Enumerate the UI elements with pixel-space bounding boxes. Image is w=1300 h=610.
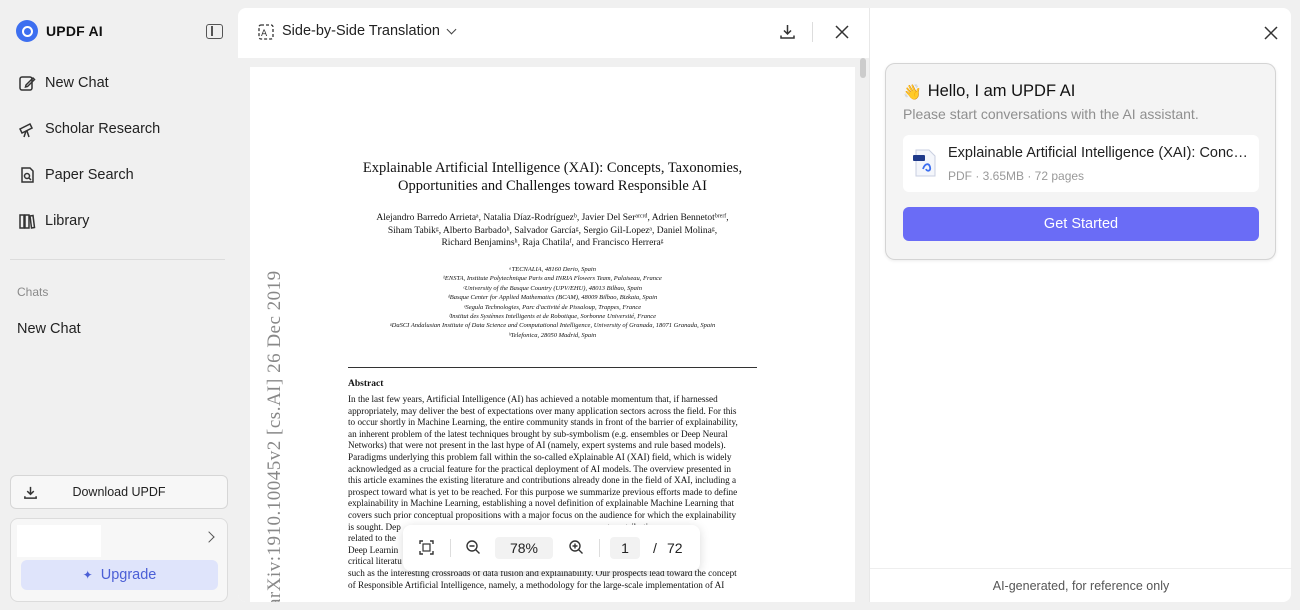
nav-label: Paper Search [45, 167, 134, 183]
library-icon [19, 214, 36, 229]
affiliation-line: ᵍDaSCI Andalusian Institute of Data Scie… [389, 322, 716, 330]
translation-mode-dropdown[interactable]: Side-by-Side Translation [282, 23, 440, 39]
scrollbar[interactable] [860, 58, 866, 78]
abstract-line: of Responsible Artificial Intelligence, … [348, 579, 725, 590]
sidebar: UPDF AI New Chat Scholar Research Paper … [0, 0, 238, 610]
close-icon[interactable] [1264, 26, 1278, 40]
brand: UPDF AI [16, 20, 103, 42]
abstract-line: explainability in Machine Learning, esta… [348, 498, 735, 509]
chevron-right-icon[interactable] [203, 531, 215, 543]
affiliation-line: ʰTelefonica, 28050 Madrid, Spain [508, 331, 597, 339]
nav-new-chat[interactable]: New Chat [18, 74, 109, 92]
page-number-input[interactable]: 1 [610, 537, 640, 559]
svg-text:A: A [261, 29, 268, 39]
abstract-line: covers such prior conceptual proposition… [348, 509, 737, 520]
abstract-line: an inherent problem of the latest techni… [348, 428, 728, 439]
download-icon [24, 486, 37, 499]
telescope-icon [18, 122, 34, 138]
abstract-line: prospect toward what is yet to be reache… [348, 486, 738, 497]
paper-rule [348, 367, 757, 368]
affiliation-line: ᵃTECNALIA, 48160 Derio, Spain [509, 266, 596, 273]
fit-page-icon[interactable] [419, 540, 434, 555]
ai-assistant-panel: 👋 Hello, I am UPDF AI Please start conve… [869, 8, 1292, 602]
brand-name: UPDF AI [46, 23, 103, 39]
paper-search-icon [21, 167, 34, 183]
abstract-heading: Abstract [348, 379, 384, 389]
arxiv-stamp: arXiv:1910.10045v2 [cs.AI] 26 Dec 2019 [264, 270, 285, 602]
nav-label: New Chat [45, 75, 109, 91]
abstract-line: In the last few years, Artificial Intell… [348, 394, 718, 404]
ai-welcome-card: 👋 Hello, I am UPDF AI Please start conve… [885, 63, 1276, 260]
affiliation-line: ᵈBasque Center for Applied Mathematics (… [447, 294, 658, 302]
zoom-level[interactable]: 78% [495, 537, 553, 559]
zoom-in-icon[interactable] [568, 539, 584, 555]
pdf-page: Explainable Artificial Intelligence (XAI… [250, 67, 855, 602]
pdf-viewer[interactable]: Explainable Artificial Intelligence (XAI… [238, 58, 869, 602]
download-label: Download UPDF [72, 485, 166, 499]
assistant-subtitle: Please start conversations with the AI a… [903, 106, 1199, 122]
nav-label: Scholar Research [45, 121, 161, 137]
chats-section-label: Chats [17, 285, 49, 299]
sidebar-divider [10, 259, 225, 260]
updf-logo-icon [16, 20, 38, 42]
greeting-text: Hello, I am UPDF AI [927, 82, 1076, 100]
download-icon[interactable] [779, 23, 796, 40]
affiliation-line: ᵇENSTA, Institute Polytechnique Paris an… [443, 275, 662, 283]
abstract-line: Networks) that were not present in the l… [348, 440, 726, 451]
translate-icon: A [258, 24, 274, 40]
paper-title-line: Explainable Artificial Intelligence (XAI… [362, 160, 743, 176]
zoom-out-icon[interactable] [465, 539, 481, 555]
document-panel: A Side-by-Side Translation Explainable A… [238, 8, 869, 602]
abstract-line: acknowledged as a crucial feature for th… [348, 463, 731, 474]
pdf-file-icon [913, 149, 936, 177]
zoom-toolbar: 78% 1 / 72 [403, 525, 700, 571]
chat-history-item[interactable]: New Chat [17, 321, 81, 337]
get-started-button[interactable]: Get Started [903, 207, 1259, 241]
paper-authors-line: Siham Tabikᵍ, Alberto Barbadoʰ, Salvador… [387, 226, 718, 236]
ai-disclaimer: AI-generated, for reference only [992, 579, 1170, 593]
download-updf-button[interactable]: Download UPDF [10, 475, 228, 509]
nav-paper-search[interactable]: Paper Search [18, 166, 134, 184]
paper-authors-line: Alejandro Barredo Arrietaᵃ, Natalia Díaz… [376, 213, 729, 223]
waving-hand-icon: 👋 [903, 83, 922, 101]
account-placeholder [17, 525, 101, 557]
chevron-down-icon[interactable] [446, 24, 457, 35]
document-header: A Side-by-Side Translation [238, 8, 869, 58]
affiliation-line: ᶠInstitut des Systèmes Intelligents et d… [448, 313, 657, 320]
sparkle-icon: ✦ [82, 568, 93, 582]
paper-authors-line: Richard Benjaminsʰ, Raja Chatilaᶠ, and F… [441, 238, 664, 248]
abstract-line: this article examines the existing liter… [348, 475, 737, 486]
nav-label: Library [45, 213, 90, 229]
abstract-line: Paradigms underlying this problem fall w… [348, 451, 732, 462]
file-name: Explainable Artificial Intelligence (XAI… [948, 145, 1253, 161]
abstract-line: to occur shortly in Machine Learning, th… [348, 417, 738, 428]
affiliation-line: ᵉSegula Technologies, Parc d'activité de… [463, 303, 642, 311]
file-meta: PDF · 3.65MB · 72 pages [948, 169, 1085, 183]
attached-file-card[interactable]: Explainable Artificial Intelligence (XAI… [903, 135, 1259, 192]
sidebar-collapse-icon[interactable] [206, 24, 223, 39]
nav-library[interactable]: Library [18, 212, 89, 230]
upgrade-label: Upgrade [100, 567, 157, 583]
upgrade-button[interactable]: ✦ Upgrade [21, 560, 218, 590]
page-total: 72 [667, 540, 683, 556]
page-separator: / [653, 540, 657, 556]
paper-title-line: Opportunities and Challenges toward Resp… [398, 178, 707, 194]
toolbar-divider [599, 539, 600, 557]
new-chat-icon [19, 76, 36, 91]
greeting: 👋 Hello, I am UPDF AI [903, 82, 1075, 101]
abstract-line: appropriately, may deliver the best of e… [348, 405, 737, 416]
header-divider [812, 22, 813, 42]
toolbar-divider [450, 539, 451, 557]
nav-scholar-research[interactable]: Scholar Research [18, 120, 160, 138]
footer-divider [870, 568, 1292, 569]
close-icon[interactable] [835, 25, 849, 39]
account-card[interactable]: ✦ Upgrade [10, 518, 228, 602]
affiliation-line: ᶜUniversity of the Basque Country (UPV/E… [463, 284, 642, 292]
